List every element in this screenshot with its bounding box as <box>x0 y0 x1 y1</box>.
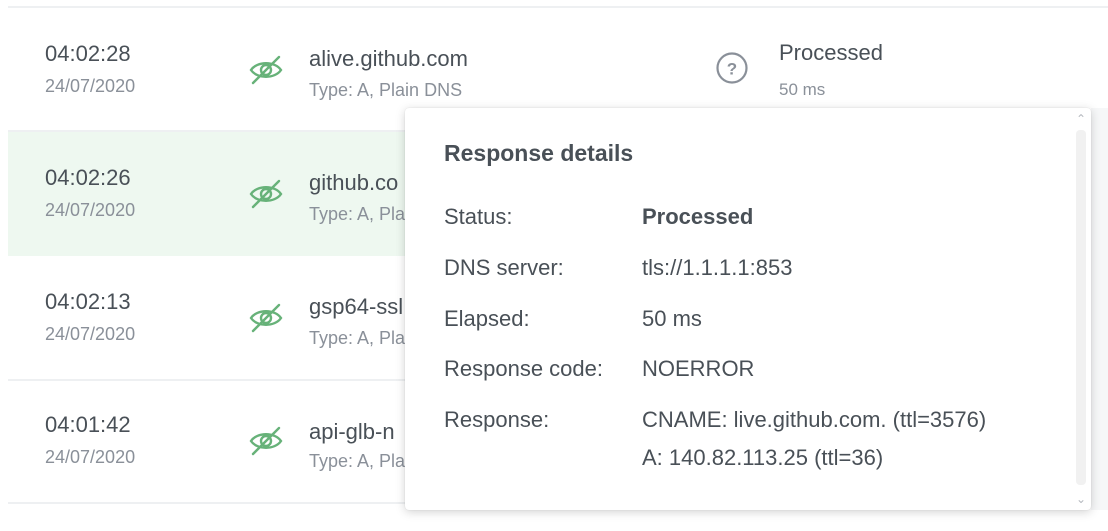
eye-slash-icon[interactable] <box>248 300 284 336</box>
row-domain[interactable]: gsp64-ssl <box>309 294 403 320</box>
row-domain[interactable]: alive.github.com <box>309 46 468 72</box>
eye-slash-icon[interactable] <box>248 423 284 459</box>
elapsed-value: 50 ms <box>642 306 702 331</box>
row-type: Type: A, Plai <box>309 204 410 224</box>
scrollbar-gutter <box>1091 108 1108 510</box>
popover-scrollbar-thumb[interactable] <box>1076 130 1086 485</box>
row-date: 24/07/2020 <box>45 324 136 344</box>
row-date: 24/07/2020 <box>45 447 136 467</box>
scroll-down-icon[interactable]: ⌄ <box>1071 490 1091 508</box>
row-time: 04:02:28 <box>45 41 131 66</box>
dns-server-label: DNS server: <box>444 255 564 280</box>
row-time: 04:02:26 <box>45 165 131 190</box>
eye-slash-icon[interactable] <box>248 176 284 212</box>
row-type: Type: A, Pla <box>309 451 406 471</box>
row-time: 04:02:13 <box>45 289 131 314</box>
row-status: Processed <box>779 40 883 65</box>
response-code-label: Response code: <box>444 356 603 381</box>
response-label: Response: <box>444 407 550 432</box>
popover-title: Response details <box>444 140 634 166</box>
row-type: Type: A, Plai <box>309 328 410 348</box>
eye-slash-icon[interactable] <box>248 52 284 88</box>
response-details-popover: Response details Status: Processed DNS s… <box>405 108 1091 510</box>
row-date: 24/07/2020 <box>45 76 136 96</box>
response-line: A: 140.82.113.25 (ttl=36) <box>642 445 884 470</box>
row-date: 24/07/2020 <box>45 200 136 220</box>
status-value: Processed <box>642 204 754 229</box>
row-time: 04:01:42 <box>45 412 131 437</box>
response-line: CNAME: live.github.com. (ttl=3576) <box>642 407 987 432</box>
response-code-value: NOERROR <box>642 356 755 381</box>
dns-server-value: tls://1.1.1.1:853 <box>642 255 793 280</box>
scroll-up-icon[interactable]: ⌃ <box>1071 110 1091 128</box>
row-domain[interactable]: api-glb-n <box>309 419 395 445</box>
question-circle-icon[interactable]: ? <box>715 51 749 85</box>
row-type: Type: A, Plain DNS <box>309 80 463 100</box>
elapsed-label: Elapsed: <box>444 306 530 331</box>
status-label: Status: <box>444 204 513 229</box>
row-elapsed: 50 ms <box>779 80 826 99</box>
row-domain[interactable]: github.co <box>309 170 398 196</box>
svg-text:?: ? <box>727 60 737 79</box>
